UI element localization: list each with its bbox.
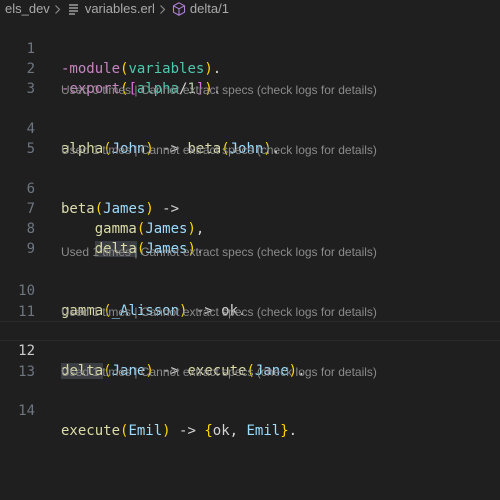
code-lens-beta[interactable]: Used 1 times | Cannot extract specs (che…: [61, 140, 377, 160]
code-line-7[interactable]: 7 gamma(James),: [0, 179, 500, 237]
code-line-9[interactable]: 9: [0, 219, 500, 257]
chevron-right-icon: [50, 0, 66, 18]
breadcrumb-file[interactable]: variables.erl: [66, 0, 155, 18]
lines-file-icon: [66, 1, 82, 17]
code-lens-gamma[interactable]: Used 1 times | Cannot extract specs (che…: [61, 242, 377, 262]
line-number: 14: [18, 403, 35, 419]
code-line-12[interactable]: 12 delta(Jane) -> execute(Jane).: [0, 321, 500, 379]
line-number: 9: [26, 241, 35, 257]
code-text: execute(Emil) -> {ok, Emil}.: [61, 423, 298, 439]
code-lens-delta[interactable]: Used 1 times | Cannot extract specs (che…: [61, 302, 377, 322]
code-line-11[interactable]: 11: [0, 282, 500, 320]
breadcrumb-symbol-label: delta/1: [189, 1, 229, 16]
breadcrumb-folder[interactable]: els_dev: [0, 0, 50, 18]
code-line-13[interactable]: 13: [0, 342, 500, 380]
breadcrumb: els_dev variables.erl delta/1: [0, 0, 500, 18]
code-editor[interactable]: 1 -module(variables). 2 -export([alpha/1…: [0, 19, 500, 500]
code-lens-alpha[interactable]: Used 0 times | Cannot extract specs (che…: [61, 80, 377, 100]
code-line-4[interactable]: 4 alpha(John) -> beta(John).: [0, 99, 500, 157]
code-line-10[interactable]: 10 gamma(_Alisson) -> ok.: [0, 261, 500, 319]
breadcrumb-folder-label: els_dev: [5, 1, 50, 16]
code-line-2[interactable]: 2 -export([alpha/1]).: [0, 39, 500, 97]
line-number: 13: [18, 364, 35, 380]
breadcrumb-symbol[interactable]: delta/1: [171, 0, 229, 18]
chevron-right-icon: [155, 0, 171, 18]
line-number: 5: [26, 141, 35, 157]
breadcrumb-file-label: variables.erl: [84, 1, 155, 16]
code-line-8[interactable]: 8 delta(James).: [0, 199, 500, 257]
code-line-6[interactable]: 6 beta(James) ->: [0, 159, 500, 217]
line-number: 3: [26, 81, 35, 97]
code-lens-execute[interactable]: Used 1 times | Cannot extract specs (che…: [61, 362, 377, 382]
cube-method-icon: [171, 1, 187, 17]
line-number: 11: [18, 304, 35, 320]
code-line-3[interactable]: 3: [0, 59, 500, 97]
code-line-5[interactable]: 5: [0, 119, 500, 157]
code-line-14[interactable]: 14 execute(Emil) -> {ok, Emil}.: [0, 381, 500, 439]
code-line-1[interactable]: 1 -module(variables).: [0, 19, 500, 77]
